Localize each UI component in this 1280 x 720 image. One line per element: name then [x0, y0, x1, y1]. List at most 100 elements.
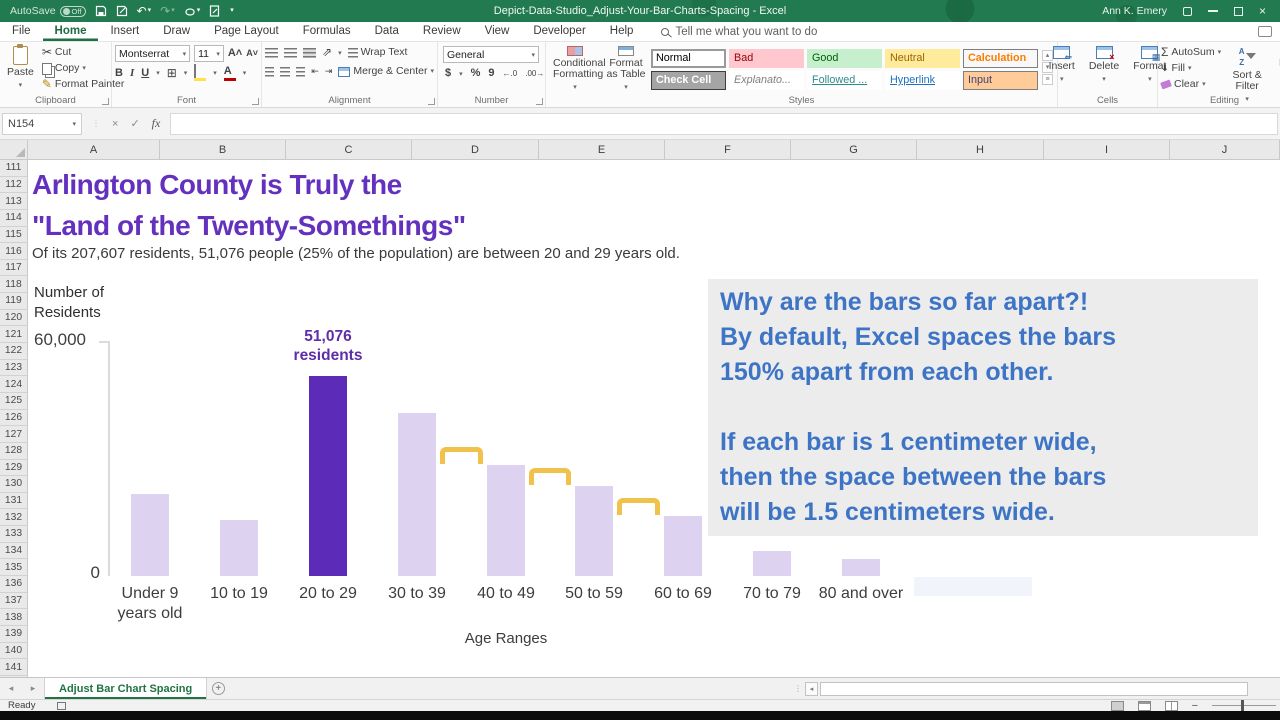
- borders-icon[interactable]: ⊞: [167, 67, 177, 80]
- zoom-out-icon[interactable]: −: [1192, 702, 1198, 710]
- number-dialog-launcher-icon[interactable]: [536, 98, 543, 105]
- cell-style-check-cell[interactable]: Check Cell: [651, 71, 726, 90]
- tab-page-layout[interactable]: Page Layout: [202, 22, 291, 41]
- undo-caret-icon[interactable]: ▾: [148, 5, 152, 17]
- save-icon[interactable]: [95, 5, 107, 17]
- splitter-dots[interactable]: ⋮: [794, 684, 803, 693]
- column-header-e[interactable]: E: [539, 140, 665, 159]
- autosum-button[interactable]: ΣAutoSum▾: [1161, 45, 1221, 60]
- sheet-canvas[interactable]: Arlington County is Truly the"Land of th…: [28, 160, 1280, 677]
- fill-color-icon[interactable]: [194, 65, 206, 81]
- clipboard-dialog-launcher-icon[interactable]: [102, 98, 109, 105]
- column-header-f[interactable]: F: [665, 140, 791, 159]
- row-header-122[interactable]: 122: [0, 343, 27, 360]
- conditional-formatting-button[interactable]: Conditional Formatting ▾: [549, 45, 601, 94]
- row-header-118[interactable]: 118: [0, 276, 27, 293]
- accounting-format-icon[interactable]: $: [445, 68, 451, 79]
- grow-font-icon[interactable]: A˄: [228, 48, 242, 59]
- save-as-icon[interactable]: [116, 5, 128, 17]
- row-header-112[interactable]: 112: [0, 177, 27, 194]
- align-middle-icon[interactable]: [284, 48, 297, 58]
- cell-style-explanato[interactable]: Explanato...: [729, 71, 804, 90]
- font-size-select[interactable]: 11▾: [194, 45, 224, 62]
- row-header-113[interactable]: 113: [0, 193, 27, 210]
- column-header-d[interactable]: D: [412, 140, 539, 159]
- sheet-tab-active[interactable]: Adjust Bar Chart Spacing: [44, 678, 207, 699]
- column-header-i[interactable]: I: [1044, 140, 1170, 159]
- cell-style-bad[interactable]: Bad: [729, 49, 804, 68]
- sort-filter-button[interactable]: AZ Sort & Filter▾: [1225, 45, 1269, 94]
- number-format-select[interactable]: General▾: [443, 46, 539, 63]
- insert-cells-button[interactable]: Insert▾: [1045, 45, 1079, 94]
- italic-icon[interactable]: I: [130, 68, 134, 79]
- delete-cells-button[interactable]: Delete▾: [1085, 45, 1123, 94]
- row-header-134[interactable]: 134: [0, 543, 27, 560]
- bar-80-and-over[interactable]: [842, 559, 880, 576]
- percent-style-icon[interactable]: %: [471, 68, 481, 79]
- zoom-slider[interactable]: [1212, 705, 1276, 706]
- cell-style-calculation[interactable]: Calculation: [963, 49, 1038, 68]
- column-header-c[interactable]: C: [286, 140, 412, 159]
- tab-data[interactable]: Data: [363, 22, 411, 41]
- sheet-nav-left-icon[interactable]: ◂: [0, 678, 22, 699]
- annotation-textbox[interactable]: Why are the bars so far apart?!By defaul…: [708, 279, 1258, 536]
- row-header-133[interactable]: 133: [0, 526, 27, 543]
- restore-icon[interactable]: [1234, 7, 1243, 16]
- fill-button[interactable]: ⬇Fill▾: [1161, 61, 1221, 76]
- column-header-b[interactable]: B: [160, 140, 286, 159]
- row-header-120[interactable]: 120: [0, 310, 27, 327]
- row-header-119[interactable]: 119: [0, 293, 27, 310]
- cancel-icon[interactable]: ×: [112, 118, 118, 130]
- align-center-icon[interactable]: [280, 67, 289, 77]
- hscroll-thumb[interactable]: [820, 682, 1248, 696]
- macro-record-icon[interactable]: [57, 702, 66, 710]
- bar-40-to-49[interactable]: [487, 465, 525, 576]
- minimize-icon[interactable]: [1208, 10, 1218, 12]
- undo-icon[interactable]: ↶▾: [137, 5, 152, 17]
- format-as-table-button[interactable]: Format as Table ▾: [603, 45, 649, 94]
- hscroll-left-icon[interactable]: ◂: [805, 682, 818, 696]
- cell-style-hyperlink[interactable]: Hyperlink: [885, 71, 960, 90]
- page-layout-view-icon[interactable]: [1138, 701, 1151, 711]
- row-header-114[interactable]: 114: [0, 210, 27, 227]
- row-header-124[interactable]: 124: [0, 376, 27, 393]
- row-header-111[interactable]: 111: [0, 160, 27, 177]
- row-header-141[interactable]: 141: [0, 659, 27, 676]
- redo-caret-icon[interactable]: ▾: [171, 5, 175, 17]
- enter-icon[interactable]: ✓: [130, 117, 139, 130]
- row-header-140[interactable]: 140: [0, 643, 27, 660]
- row-header-126[interactable]: 126: [0, 410, 27, 427]
- bar-20-to-29[interactable]: [309, 376, 347, 576]
- normal-view-icon[interactable]: [1111, 701, 1124, 711]
- row-header-116[interactable]: 116: [0, 243, 27, 260]
- tab-draw[interactable]: Draw: [151, 22, 202, 41]
- row-header-139[interactable]: 139: [0, 626, 27, 643]
- clear-button[interactable]: Clear▾: [1161, 77, 1221, 92]
- row-header-123[interactable]: 123: [0, 360, 27, 377]
- ribbon-display-options-icon[interactable]: [1183, 7, 1192, 16]
- orientation-icon[interactable]: ⇗: [322, 46, 332, 59]
- cell-style-good[interactable]: Good: [807, 49, 882, 68]
- find-select-button[interactable]: Find & Select▾: [1273, 45, 1280, 94]
- row-header-115[interactable]: 115: [0, 227, 27, 244]
- decrease-decimal-icon[interactable]: .00→: [525, 69, 544, 78]
- row-header-117[interactable]: 117: [0, 260, 27, 277]
- draft-icon[interactable]: [209, 5, 220, 17]
- bar-60-to-69[interactable]: [664, 516, 702, 576]
- tab-file[interactable]: File: [0, 22, 43, 41]
- font-dialog-launcher-icon[interactable]: [252, 98, 259, 105]
- row-header-135[interactable]: 135: [0, 559, 27, 576]
- user-name[interactable]: Ann K. Emery: [1102, 5, 1167, 17]
- align-top-icon[interactable]: [265, 48, 278, 58]
- font-name-select[interactable]: Montserrat▾: [115, 45, 190, 62]
- share-pane-icon[interactable]: [1258, 26, 1272, 37]
- tell-me-box[interactable]: Tell me what you want to do: [645, 22, 817, 41]
- tab-review[interactable]: Review: [411, 22, 473, 41]
- tab-insert[interactable]: Insert: [98, 22, 151, 41]
- tab-home[interactable]: Home: [43, 22, 99, 41]
- tab-developer[interactable]: Developer: [521, 22, 597, 41]
- select-all-corner[interactable]: [0, 140, 28, 159]
- align-right-icon[interactable]: [296, 67, 305, 77]
- row-header-127[interactable]: 127: [0, 426, 27, 443]
- tab-view[interactable]: View: [473, 22, 522, 41]
